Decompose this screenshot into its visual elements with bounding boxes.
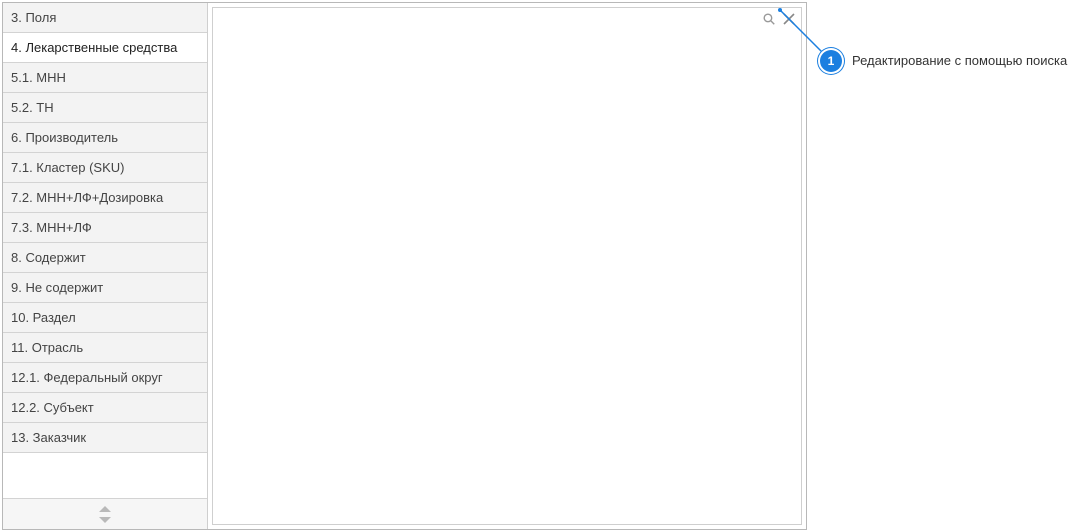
sidebar-item[interactable]: 6. Производитель [3, 123, 207, 153]
sidebar-item-label: 7.3. МНН+ЛФ [11, 220, 92, 235]
scroll-down-icon[interactable] [99, 517, 111, 523]
sidebar-item-label: 10. Раздел [11, 310, 76, 325]
callout-number-1: 1 [828, 54, 835, 68]
sidebar-item-label: 8. Содержит [11, 250, 86, 265]
sidebar-item-label: 7.1. Кластер (SKU) [11, 160, 124, 175]
sidebar-item[interactable]: 12.2. Субъект [3, 393, 207, 423]
callout-text-1: Редактирование с помощью поиска [852, 53, 1067, 68]
sidebar-item[interactable]: 7.3. МНН+ЛФ [3, 213, 207, 243]
sidebar-item-label: 13. Заказчик [11, 430, 86, 445]
sidebar-item[interactable]: 10. Раздел [3, 303, 207, 333]
content-area [208, 3, 806, 529]
sidebar-item-label: 7.2. МНН+ЛФ+Дозировка [11, 190, 163, 205]
sidebar-item[interactable]: 3. Поля [3, 3, 207, 33]
sidebar-item[interactable]: 5.1. МНН [3, 63, 207, 93]
callout-badge-1: 1 [820, 50, 842, 72]
sidebar-scroller [3, 498, 207, 529]
sidebar-item-label: 4. Лекарственные средства [11, 40, 177, 55]
search-icon[interactable] [761, 11, 777, 27]
sidebar: 3. Поля 4. Лекарственные средства 5.1. МНН… [3, 3, 208, 529]
sidebar-item-label: 9. Не содержит [11, 280, 103, 295]
sidebar-item-label: 12.2. Субъект [11, 400, 94, 415]
sidebar-list: 3. Поля 4. Лекарственные средства 5.1. МНН… [3, 3, 207, 498]
sidebar-item[interactable]: 9. Не содержит [3, 273, 207, 303]
sidebar-item-label: 6. Производитель [11, 130, 118, 145]
sidebar-item-label: 3. Поля [11, 10, 56, 25]
sidebar-item[interactable]: 11. Отрасль [3, 333, 207, 363]
sidebar-item[interactable]: 7.2. МНН+ЛФ+Дозировка [3, 183, 207, 213]
sidebar-item-label: 5.2. ТН [11, 100, 54, 115]
sidebar-item[interactable]: 4. Лекарственные средства [3, 33, 207, 63]
sidebar-item[interactable]: 8. Содержит [3, 243, 207, 273]
sidebar-item-label: 11. Отрасль [11, 340, 83, 355]
sidebar-item[interactable]: 5.2. ТН [3, 93, 207, 123]
sidebar-item[interactable]: 13. Заказчик [3, 423, 207, 453]
content-panel [212, 7, 802, 525]
app-window: 3. Поля 4. Лекарственные средства 5.1. МНН… [2, 2, 807, 530]
sidebar-item[interactable]: 7.1. Кластер (SKU) [3, 153, 207, 183]
scroll-up-icon[interactable] [99, 506, 111, 512]
sidebar-item-label: 5.1. МНН [11, 70, 66, 85]
sidebar-item[interactable]: 12.1. Федеральный округ [3, 363, 207, 393]
sidebar-item-label: 12.1. Федеральный округ [11, 370, 163, 385]
